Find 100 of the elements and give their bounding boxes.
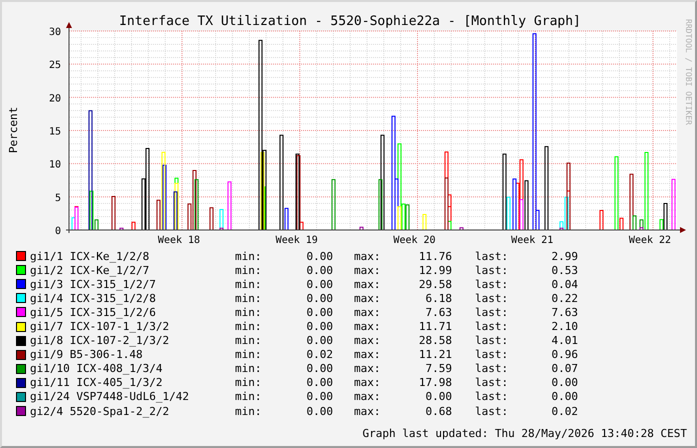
max-value: 0.00 (424, 390, 452, 404)
min-label: min: (235, 264, 262, 277)
y-tick-label: 30 (48, 27, 61, 38)
min-value: 0.00 (306, 390, 333, 404)
min-label: min: (235, 334, 262, 348)
max-label: max: (354, 306, 382, 319)
last-value: 0.02 (550, 404, 578, 418)
max-value: 17.98 (418, 376, 452, 390)
last-label: last: (475, 264, 510, 277)
min-label: min: (235, 306, 262, 319)
min-label: min: (235, 376, 262, 390)
min-value: 0.00 (306, 334, 333, 348)
max-value: 11.71 (418, 320, 452, 334)
max-label: max: (354, 348, 382, 362)
last-label: last: (475, 292, 510, 305)
chart-title: Interface TX Utilization - 5520-Sophie22a - [Monthly Graph] (119, 14, 581, 29)
min-label: min: (235, 390, 262, 404)
y-tick-label: 15 (48, 126, 61, 138)
last-value: 0.53 (550, 264, 578, 277)
max-label: max: (354, 292, 382, 305)
min-value: 0.00 (306, 320, 333, 334)
max-label: max: (354, 376, 382, 390)
x-tick-label: Week 22 (628, 235, 672, 246)
min-value: 0.00 (306, 250, 333, 263)
legend-name: gi1/1 ICX-Ke_1/2/8 (30, 250, 150, 263)
max-label: max: (354, 362, 382, 376)
last-label: last: (475, 278, 510, 291)
min-value: 0.00 (306, 306, 333, 319)
min-label: min: (235, 362, 262, 376)
min-label: min: (235, 404, 262, 418)
max-value: 11.76 (418, 250, 452, 263)
legend-name: gi1/3 ICX-315_1/2/7 (30, 278, 157, 291)
max-label: max: (354, 390, 382, 404)
max-value: 28.58 (418, 334, 452, 348)
min-value: 0.00 (306, 404, 333, 418)
y-tick-label: 5 (54, 192, 61, 204)
x-tick-label: Week 19 (276, 235, 318, 246)
min-value: 0.00 (306, 264, 333, 277)
max-label: max: (354, 250, 382, 263)
last-updated-text: Graph last updated: Thu 28/May/2026 13:40:28 CEST (362, 427, 687, 440)
min-label: min: (235, 278, 262, 291)
last-value: 0.96 (550, 348, 578, 362)
legend-name: gi1/9 B5-306-1.48 (30, 348, 144, 362)
x-tick-label: Week 18 (158, 235, 200, 246)
min-value: 0.00 (306, 292, 333, 305)
last-value: 2.99 (550, 250, 578, 263)
last-label: last: (475, 306, 510, 319)
min-label: min: (235, 320, 262, 334)
min-value: 0.00 (306, 362, 333, 376)
last-label: last: (475, 404, 510, 418)
min-value: 0.00 (306, 278, 333, 291)
last-value: 0.00 (550, 376, 578, 390)
min-label: min: (235, 250, 262, 263)
min-value: 0.02 (306, 348, 333, 362)
last-label: last: (475, 348, 510, 362)
x-tick-label: Week 21 (511, 235, 554, 246)
legend-name: gi1/4 ICX-315_1/2/8 (30, 292, 157, 305)
max-value: 29.58 (418, 278, 452, 291)
y-tick-label: 20 (48, 93, 61, 104)
last-label: last: (475, 390, 510, 404)
legend-name: gi1/5 ICX-315_1/2/6 (30, 306, 157, 319)
last-label: last: (475, 362, 510, 376)
max-label: max: (354, 278, 382, 291)
min-value: 0.00 (306, 376, 333, 390)
max-value: 11.21 (418, 348, 452, 362)
y-axis-label: Percent (7, 106, 20, 154)
last-label: last: (475, 334, 510, 348)
last-value: 0.00 (550, 390, 578, 404)
last-label: last: (475, 320, 510, 334)
last-value: 0.22 (550, 292, 578, 305)
max-label: max: (354, 404, 382, 418)
last-value: 0.04 (550, 278, 578, 291)
last-value: 0.07 (550, 362, 578, 376)
legend-name: gi1/2 ICX-Ke_1/2/7 (30, 264, 150, 277)
max-value: 7.59 (424, 362, 452, 376)
legend-name: gi1/8 ICX-107-2_1/3/2 (30, 334, 170, 348)
max-value: 7.63 (424, 306, 452, 319)
max-value: 12.99 (418, 264, 452, 277)
last-value: 4.01 (550, 334, 578, 348)
y-tick-label: 10 (48, 160, 61, 171)
legend-name: gi1/10 ICX-408_1/3/4 (30, 362, 164, 376)
min-label: min: (235, 292, 262, 305)
last-label: last: (475, 250, 510, 263)
x-tick-label: Week 20 (393, 235, 436, 246)
y-tick-label: 25 (48, 60, 61, 72)
legend-name: gi1/7 ICX-107-1_1/3/2 (30, 320, 170, 334)
legend-name: gi1/11 ICX-405_1/3/2 (30, 376, 164, 390)
min-label: min: (235, 348, 262, 362)
max-label: max: (354, 264, 382, 277)
y-tick-label: 0 (54, 226, 61, 237)
max-value: 6.18 (424, 292, 452, 305)
last-label: last: (475, 376, 510, 390)
legend-name: gi2/4 5520-Spa1-2_2/2 (30, 404, 170, 418)
max-label: max: (354, 334, 382, 348)
legend-name: gi1/24 VSP7448-UdL6_1/42 (30, 390, 190, 404)
last-value: 7.63 (550, 306, 578, 319)
max-label: max: (354, 320, 382, 334)
last-value: 2.10 (550, 320, 578, 334)
watermark-label: RRDTOOL / TOBI OETIKER (684, 19, 693, 125)
max-value: 0.68 (424, 404, 452, 418)
